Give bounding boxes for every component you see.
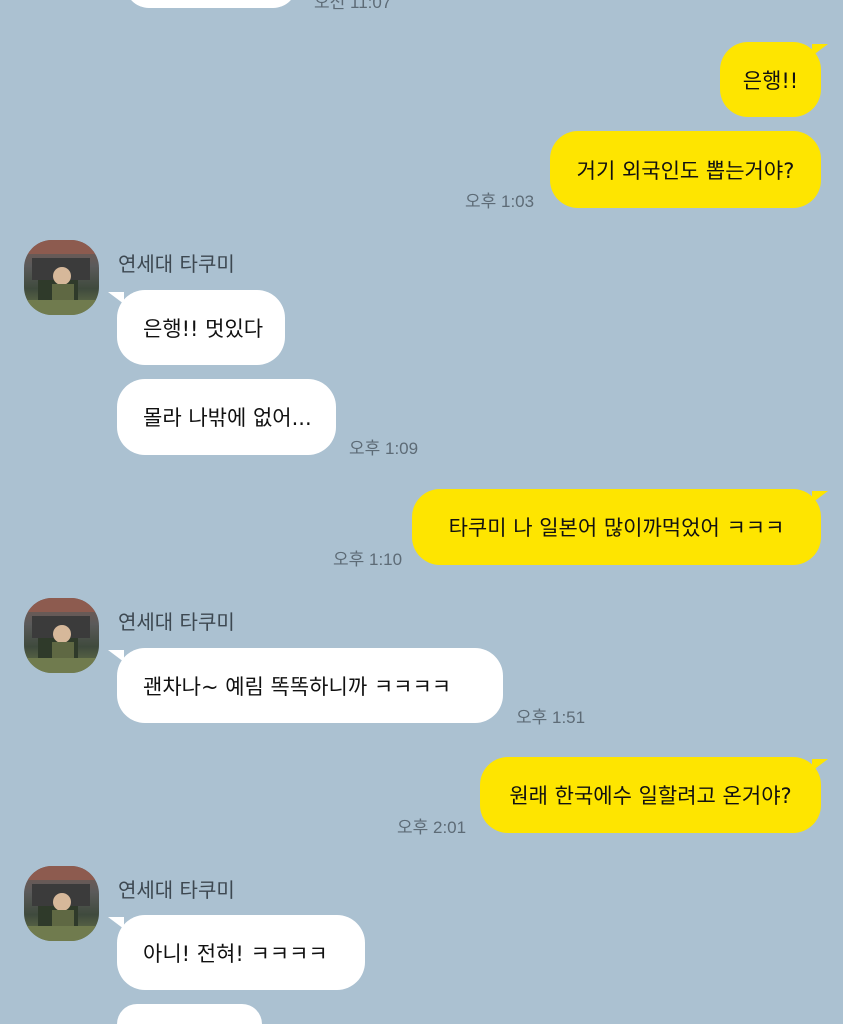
message-text: 원래 한국에수 일할려고 온거야? — [509, 784, 792, 808]
message-text: 은행!! — [742, 68, 799, 93]
bubble-tail — [812, 491, 828, 503]
message-text: 괜차나~ 예림 똑똑하니까 ㅋㅋㅋㅋ — [143, 674, 452, 699]
message-bubble-partial-bottom[interactable] — [117, 1004, 262, 1024]
bubble-tail — [812, 44, 828, 56]
message-text: 몰라 나밖에 없어... — [143, 406, 312, 430]
message-time: 오후 1:51 — [516, 708, 586, 727]
bubble-tail — [108, 917, 124, 929]
message-bubble-mine[interactable]: 거기 외국인도 뽑는거야? — [550, 131, 821, 208]
message-time: 오후 2:01 — [397, 818, 467, 837]
message-time: 오후 1:09 — [349, 439, 419, 458]
message-time: 오전 11:07 — [314, 0, 392, 12]
message-bubble-theirs[interactable]: 아니! 전혀! ㅋㅋㅋㅋ — [117, 915, 365, 990]
message-time: 오후 1:03 — [465, 192, 535, 211]
message-text: 은행!! 멋있다 — [143, 316, 264, 341]
sender-name: 연세대 타쿠미 — [118, 878, 235, 902]
message-bubble-mine[interactable]: 타쿠미 나 일본어 많이까먹었어 ㅋㅋㅋ — [412, 489, 821, 565]
message-bubble-mine[interactable]: 원래 한국에수 일할려고 온거야? — [480, 757, 821, 833]
profile-avatar-icon[interactable] — [24, 866, 99, 941]
profile-avatar-icon[interactable] — [24, 598, 99, 673]
bubble-tail — [812, 759, 828, 771]
message-text: 아니! 전혀! ㅋㅋㅋㅋ — [143, 941, 328, 966]
profile-avatar-icon[interactable] — [24, 240, 99, 315]
message-text: 거기 외국인도 뽑는거야? — [576, 158, 795, 183]
message-bubble-theirs[interactable]: 몰라 나밖에 없어... — [117, 379, 336, 455]
message-bubble-mine[interactable]: 은행!! — [720, 42, 821, 117]
sender-name: 연세대 타쿠미 — [118, 610, 235, 634]
message-bubble-theirs[interactable]: 괜차나~ 예림 똑똑하니까 ㅋㅋㅋㅋ — [117, 648, 503, 723]
bubble-tail — [108, 292, 124, 304]
message-bubble-theirs[interactable]: 은행!! 멋있다 — [117, 290, 285, 365]
message-text: 타쿠미 나 일본어 많이까먹었어 ㅋㅋㅋ — [448, 516, 785, 540]
message-bubble-partial-top[interactable] — [125, 0, 297, 8]
sender-name: 연세대 타쿠미 — [118, 252, 235, 276]
message-time: 오후 1:10 — [333, 550, 403, 569]
bubble-tail — [108, 650, 124, 662]
